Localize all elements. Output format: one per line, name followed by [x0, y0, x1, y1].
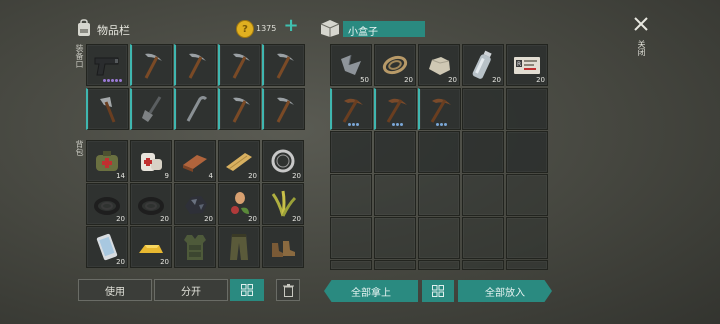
equip-slot[interactable]: [86, 44, 128, 86]
container-title-bar: 小盒子: [343, 21, 425, 38]
close-button[interactable]: 关闭: [630, 14, 652, 66]
backpack-slot[interactable]: 20: [86, 226, 128, 268]
backpack-slot[interactable]: 20: [218, 140, 260, 182]
pickaxe-icon: [232, 53, 250, 79]
pickaxe-icon: [276, 97, 294, 123]
split-button[interactable]: 分开: [154, 279, 228, 301]
close-label: 关闭: [637, 40, 646, 56]
add-coins-button[interactable]: +: [282, 17, 300, 35]
container-slot[interactable]: [330, 131, 372, 173]
pickaxe-icon: [144, 53, 162, 79]
svg-text:R: R: [517, 61, 521, 68]
backpack-slot[interactable]: [218, 226, 260, 268]
sort-button[interactable]: [230, 279, 264, 301]
container-slot[interactable]: 50: [330, 44, 372, 86]
pistol-icon: [94, 57, 119, 76]
container-slot[interactable]: [374, 260, 416, 270]
container-slot[interactable]: [506, 217, 548, 259]
container-slot[interactable]: [330, 217, 372, 259]
container-slot[interactable]: [330, 174, 372, 216]
container-slot[interactable]: [418, 217, 460, 259]
take-all-label: 全部拿上: [351, 287, 391, 299]
pickaxe-icon: [342, 98, 363, 123]
shovel-icon: [142, 96, 162, 122]
crowbar-icon: [186, 96, 208, 122]
equip-slot[interactable]: [86, 88, 129, 130]
container-slot[interactable]: R 20: [506, 44, 548, 86]
close-icon: [634, 17, 648, 31]
container-slot[interactable]: [374, 131, 416, 173]
backpack-section-label: 背包: [75, 140, 84, 156]
container-slot[interactable]: [506, 260, 548, 270]
equipment-section-label: 装备口: [75, 44, 84, 68]
container-slot[interactable]: [418, 88, 461, 130]
equip-slot[interactable]: [130, 88, 173, 130]
container-slot[interactable]: [418, 131, 460, 173]
hatchet-icon: [100, 97, 116, 123]
equip-slot[interactable]: [218, 44, 261, 86]
take-all-button[interactable]: 全部拿上: [324, 280, 418, 302]
equip-slot[interactable]: [218, 88, 261, 130]
pickaxe-icon: [232, 97, 250, 123]
equip-slot[interactable]: [130, 44, 173, 86]
container-slot[interactable]: [462, 260, 504, 270]
container-slot[interactable]: [374, 174, 416, 216]
backpack-slot[interactable]: 14: [86, 140, 128, 182]
trash-icon: [282, 283, 294, 297]
container-slot[interactable]: [506, 88, 548, 130]
put-all-label: 全部放入: [485, 287, 525, 299]
container-slot[interactable]: 20: [462, 44, 504, 86]
backpack-icon: [76, 19, 92, 37]
equip-slot[interactable]: [262, 44, 305, 86]
delete-button[interactable]: [276, 279, 300, 301]
pickaxe-icon: [276, 53, 294, 79]
container-slot[interactable]: 20: [418, 44, 460, 86]
equip-slot[interactable]: [174, 44, 217, 86]
pickaxe-icon: [386, 98, 407, 123]
container-slot[interactable]: [462, 131, 504, 173]
backpack-slot[interactable]: 20: [174, 183, 216, 225]
backpack-slot[interactable]: 20: [86, 183, 128, 225]
boots-icon: [272, 241, 295, 257]
backpack-slot[interactable]: 9: [130, 140, 172, 182]
container-slot[interactable]: 20: [374, 44, 416, 86]
copper-bar-icon: [183, 155, 207, 172]
backpack-slot[interactable]: 20: [130, 183, 172, 225]
container-slot[interactable]: [330, 88, 373, 130]
container-slot[interactable]: [418, 174, 460, 216]
inventory-title: 物品栏: [97, 24, 130, 37]
equip-slot[interactable]: [262, 88, 305, 130]
equip-slot[interactable]: [174, 88, 217, 130]
grid-icon: [432, 285, 444, 297]
backpack-slot[interactable]: [174, 226, 216, 268]
body-armor-icon: [184, 235, 206, 260]
coin-icon: ?: [236, 20, 254, 38]
container-title: 小盒子: [348, 27, 378, 38]
container-slot[interactable]: [330, 260, 372, 270]
backpack-slot[interactable]: 4: [174, 140, 216, 182]
bandage-icon: [141, 153, 162, 171]
pickaxe-icon: [430, 98, 451, 123]
container-slot[interactable]: [462, 174, 504, 216]
container-slot[interactable]: [506, 174, 548, 216]
container-slot[interactable]: [462, 217, 504, 259]
put-all-button[interactable]: 全部放入: [458, 280, 552, 302]
backpack-slot[interactable]: 20: [218, 183, 260, 225]
grid-icon: [241, 284, 253, 296]
container-slot[interactable]: [418, 260, 460, 270]
box-icon: [319, 18, 341, 38]
backpack-slot[interactable]: 20: [262, 140, 304, 182]
container-slot[interactable]: [506, 131, 548, 173]
pickaxe-icon: [188, 53, 206, 79]
container-slot[interactable]: [374, 217, 416, 259]
container-slot[interactable]: [462, 88, 504, 130]
container-slot[interactable]: [374, 88, 417, 130]
backpack-slot[interactable]: [262, 226, 304, 268]
pants-icon: [230, 234, 248, 260]
backpack-slot[interactable]: 20: [262, 183, 304, 225]
container-sort-button[interactable]: [422, 280, 454, 302]
backpack-slot[interactable]: 20: [130, 226, 172, 268]
use-button[interactable]: 使用: [78, 279, 152, 301]
coin-count: 1375: [256, 24, 277, 33]
